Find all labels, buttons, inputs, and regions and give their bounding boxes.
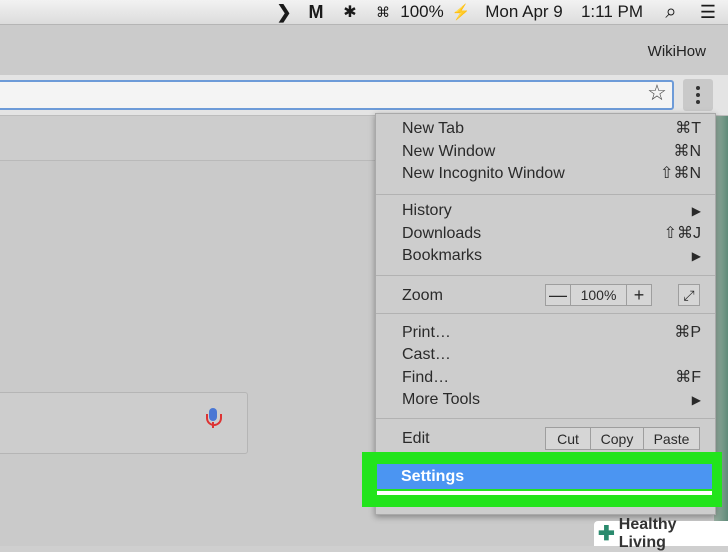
search-icon[interactable]: ⌕	[654, 0, 688, 24]
microphone-icon[interactable]	[206, 408, 222, 430]
menu-item-print[interactable]: Print…	[402, 322, 451, 344]
menu-item-bookmarks[interactable]: Bookmarks	[402, 245, 482, 267]
menu-item-history[interactable]: History	[402, 200, 452, 222]
zoom-controls: — 100% +	[545, 284, 652, 306]
dot-icon	[696, 93, 700, 97]
watermark-badge: ✚ Healthy Living	[594, 516, 728, 551]
keyboard-icon[interactable]: ⌘	[366, 0, 400, 24]
plus-icon: ✚	[598, 523, 615, 545]
submenu-arrow-icon: ▶	[691, 249, 701, 263]
list-icon[interactable]: ☰	[688, 0, 728, 24]
dot-icon	[696, 100, 700, 104]
browser-titlebar: WikiHow	[0, 25, 728, 75]
address-bar[interactable]	[0, 80, 674, 110]
menu-item-find[interactable]: Find…	[402, 367, 449, 389]
edit-controls: Cut Copy Paste	[545, 427, 700, 450]
shortcut-find: ⌘F	[675, 369, 701, 386]
menu-item-new-tab[interactable]: New Tab	[402, 118, 464, 140]
menu-item-downloads[interactable]: Downloads	[402, 223, 481, 245]
menu-item-new-window[interactable]: New Window	[402, 141, 495, 163]
bluetooth-icon[interactable]: ✱	[334, 0, 366, 24]
bookmark-star-icon[interactable]: ☆	[645, 80, 669, 105]
mic-arc	[206, 414, 222, 426]
menu-separator	[376, 418, 715, 419]
submenu-arrow-icon: ▶	[691, 393, 701, 407]
menu-item-edit: Edit	[402, 430, 430, 447]
menu-item-below-settings	[377, 491, 712, 495]
shortcut-print: ⌘P	[674, 324, 701, 341]
profile-name[interactable]: WikiHow	[648, 43, 706, 60]
shortcut-new-tab: ⌘T	[675, 120, 701, 137]
dot-icon	[696, 86, 700, 90]
shortcut-new-window: ⌘N	[673, 143, 701, 160]
paste-button[interactable]: Paste	[644, 428, 699, 449]
shortcut-incognito: ⇧⌘N	[660, 165, 701, 182]
macos-menubar: ❯ M ✱ ⌘ 100% ⚡ Mon Apr 9 1:11 PM ⌕ ☰	[0, 0, 728, 25]
mic-stem	[212, 422, 214, 428]
cut-button[interactable]: Cut	[546, 428, 590, 449]
menu-item-more-tools[interactable]: More Tools	[402, 389, 480, 411]
menu-separator	[376, 194, 715, 195]
menu-separator	[376, 275, 715, 276]
chevron-right-icon[interactable]: ❯	[270, 0, 298, 24]
copy-button[interactable]: Copy	[590, 428, 644, 449]
battery-percent: 100%	[400, 2, 444, 21]
fullscreen-icon[interactable]: ⤢	[678, 284, 700, 306]
zoom-in-button[interactable]: +	[627, 285, 651, 305]
browser-toolbar: ☆	[0, 75, 728, 116]
menu-item-zoom: Zoom	[402, 287, 443, 304]
zoom-out-button[interactable]: —	[546, 285, 570, 305]
shortcut-downloads: ⇧⌘J	[663, 225, 701, 242]
battery-icon[interactable]: ⚡	[444, 0, 478, 24]
menu-item-cast[interactable]: Cast…	[402, 344, 451, 366]
menu-item-incognito[interactable]: New Incognito Window	[402, 163, 565, 185]
menu-item-settings[interactable]: Settings	[377, 464, 712, 489]
watermark-label: Healthy Living	[618, 515, 677, 551]
menubar-date[interactable]: Mon Apr 9	[478, 0, 570, 24]
chrome-menu-button[interactable]	[683, 79, 713, 111]
submenu-arrow-icon: ▶	[691, 204, 701, 218]
menu-separator	[376, 313, 715, 314]
menubar-time[interactable]: 1:11 PM	[570, 0, 654, 24]
malwarebytes-icon[interactable]: M	[298, 0, 334, 24]
zoom-level: 100%	[570, 285, 627, 305]
